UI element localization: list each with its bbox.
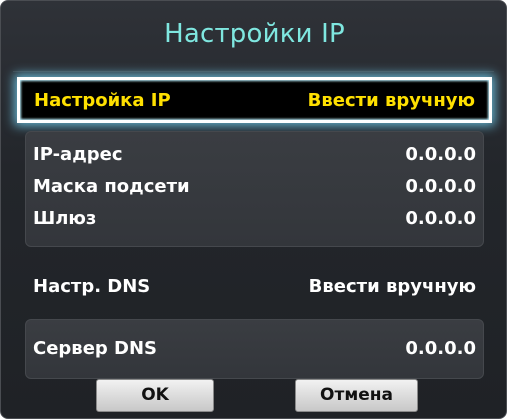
gateway-value: 0.0.0.0 <box>405 207 476 229</box>
ip-settings-dialog: Настройки IP Настройка IP Ввести вручную… <box>0 0 507 419</box>
dns-server-row[interactable]: Сервер DNS 0.0.0.0 <box>33 331 476 365</box>
dns-setting-label: Настр. DNS <box>33 275 151 297</box>
ip-setting-row[interactable]: Настройка IP Ввести вручную <box>17 77 492 123</box>
dns-server-label: Сервер DNS <box>33 337 158 359</box>
dns-setting-value: Ввести вручную <box>308 275 476 297</box>
ip-address-label: IP-адрес <box>33 143 123 165</box>
cancel-button[interactable]: Отмена <box>295 379 418 412</box>
ip-address-value: 0.0.0.0 <box>405 143 476 165</box>
dialog-title: Настройки IP <box>164 19 345 49</box>
gateway-label: Шлюз <box>33 207 97 229</box>
gateway-row[interactable]: Шлюз 0.0.0.0 <box>33 203 476 233</box>
dns-server-value: 0.0.0.0 <box>405 337 476 359</box>
dns-setting-row[interactable]: Настр. DNS Ввести вручную <box>33 269 476 303</box>
subnet-mask-label: Маска подсети <box>33 175 190 197</box>
ip-setting-label: Настройка IP <box>34 89 171 111</box>
subnet-mask-row[interactable]: Маска подсети 0.0.0.0 <box>33 171 476 201</box>
ip-address-row[interactable]: IP-адрес 0.0.0.0 <box>33 139 476 169</box>
subnet-mask-value: 0.0.0.0 <box>405 175 476 197</box>
ip-setting-value: Ввести вручную <box>307 89 475 111</box>
ip-setting-content: Настройка IP Ввести вручную <box>34 80 475 120</box>
ok-button[interactable]: OK <box>96 379 214 412</box>
title-divider <box>13 71 494 72</box>
